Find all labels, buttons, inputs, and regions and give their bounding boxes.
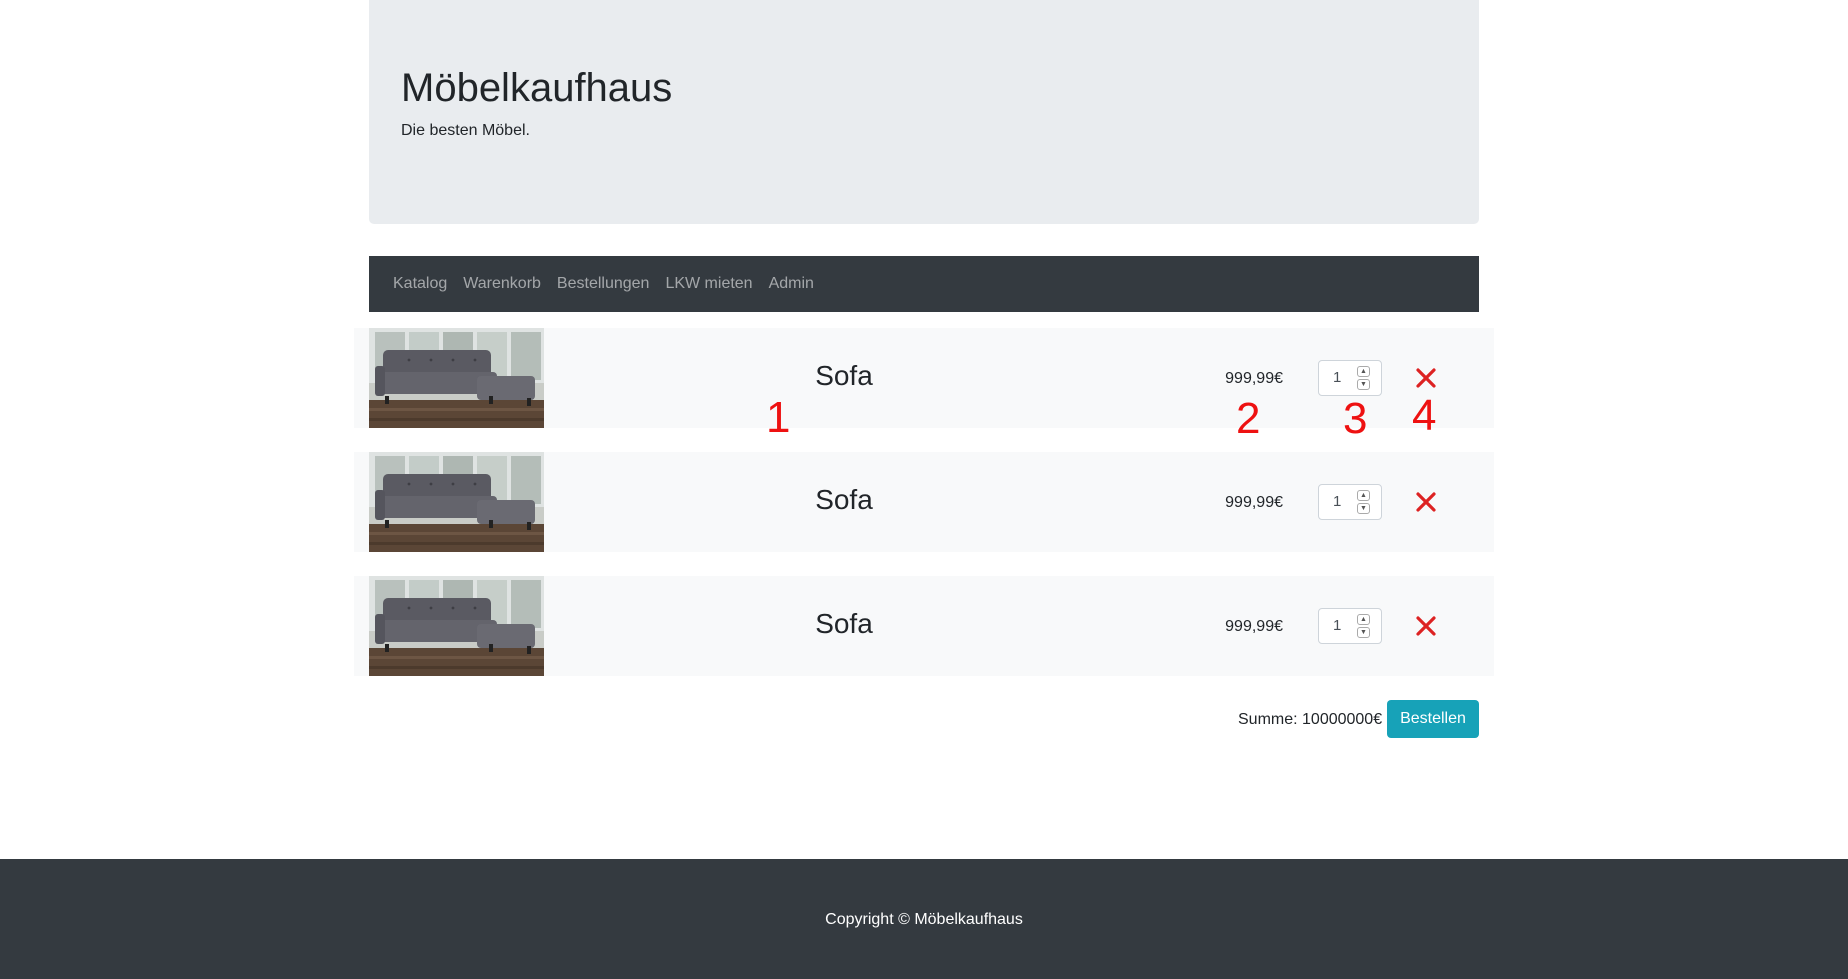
product-price: 999,99€ (1225, 618, 1283, 635)
cart-total: Summe: 10000000€ (1238, 711, 1383, 728)
order-button[interactable]: Bestellen (1387, 700, 1479, 738)
nav-item-bestellungen[interactable]: Bestellungen (557, 275, 650, 293)
annotation-4: 4 (1412, 391, 1437, 440)
quantity-spinner: ▲ ▼ (1357, 490, 1370, 514)
product-name: Sofa (815, 608, 873, 639)
sofa-image (369, 576, 544, 676)
sofa-image (369, 328, 544, 428)
annotation-1: 1 (766, 393, 791, 442)
sofa-image (369, 452, 544, 552)
remove-item-icon[interactable] (1415, 615, 1437, 637)
footer-copyright: Copyright © Möbelkaufhaus (825, 911, 1023, 928)
site-title: Möbelkaufhaus (401, 66, 673, 110)
main-navbar: Katalog Warenkorb Bestellungen LKW miete… (369, 256, 1479, 312)
cart-item-row: Sofa 999,99€ 1 ▲ ▼ (354, 452, 1494, 552)
annotation-3: 3 (1343, 394, 1368, 443)
nav-item-katalog[interactable]: Katalog (393, 275, 447, 293)
remove-item-icon[interactable] (1415, 491, 1437, 513)
increment-button[interactable]: ▲ (1357, 366, 1370, 377)
product-price: 999,99€ (1225, 494, 1283, 511)
quantity-spinner: ▲ ▼ (1357, 614, 1370, 638)
product-name: Sofa (815, 360, 873, 391)
site-subtitle: Die besten Möbel. (401, 122, 530, 139)
decrement-button[interactable]: ▼ (1357, 379, 1370, 390)
annotation-2: 2 (1236, 394, 1261, 443)
quantity-stepper[interactable]: 1 ▲ ▼ (1318, 360, 1382, 396)
increment-button[interactable]: ▲ (1357, 614, 1370, 625)
cart-item-row: Sofa 999,99€ 1 ▲ ▼ (354, 328, 1494, 428)
increment-button[interactable]: ▲ (1357, 490, 1370, 501)
decrement-button[interactable]: ▼ (1357, 627, 1370, 638)
remove-item-icon[interactable] (1415, 367, 1437, 389)
quantity-value: 1 (1333, 369, 1342, 386)
footer: Copyright © Möbelkaufhaus (0, 859, 1848, 979)
product-name: Sofa (815, 484, 873, 515)
nav-item-warenkorb[interactable]: Warenkorb (463, 275, 541, 293)
quantity-stepper[interactable]: 1 ▲ ▼ (1318, 484, 1382, 520)
cart-item-row: Sofa 999,99€ 1 ▲ ▼ (354, 576, 1494, 676)
product-price: 999,99€ (1225, 370, 1283, 387)
nav-item-lkw-mieten[interactable]: LKW mieten (665, 275, 752, 293)
nav-item-admin[interactable]: Admin (769, 275, 814, 293)
quantity-value: 1 (1333, 493, 1342, 510)
quantity-spinner: ▲ ▼ (1357, 366, 1370, 390)
quantity-value: 1 (1333, 617, 1342, 634)
decrement-button[interactable]: ▼ (1357, 503, 1370, 514)
quantity-stepper[interactable]: 1 ▲ ▼ (1318, 608, 1382, 644)
header-jumbotron: Möbelkaufhaus Die besten Möbel. (369, 0, 1479, 224)
